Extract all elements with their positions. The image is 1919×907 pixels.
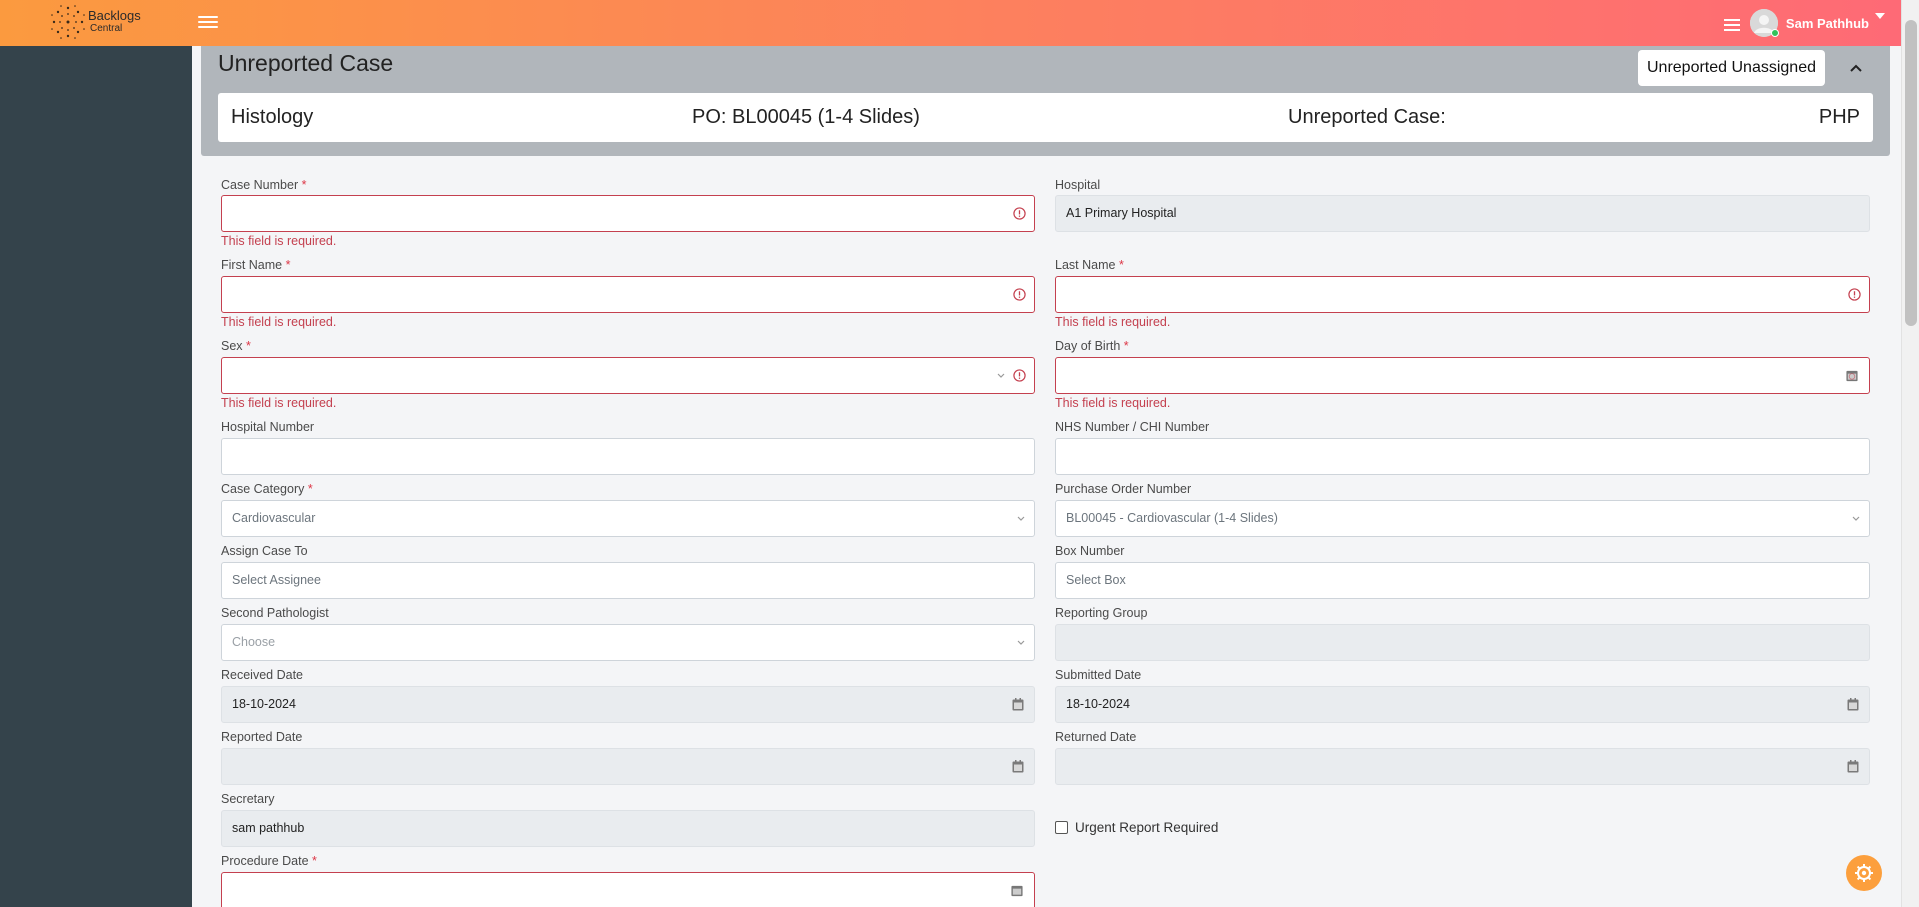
secretary-label: Secretary [221, 792, 275, 806]
calendar-icon [1012, 698, 1024, 711]
hospital-label: Hospital [1055, 178, 1101, 192]
dob-label: Day of Birth * [1055, 339, 1129, 353]
nhs-number-label: NHS Number / CHI Number [1055, 420, 1210, 434]
sex-select[interactable] [221, 357, 1035, 394]
brand-name: Backlogs Central [88, 9, 141, 34]
submitted-date-input: 18-10-2024 [1055, 686, 1870, 723]
assign-to-select[interactable]: Select Assignee [221, 562, 1035, 599]
reporting-group-input [1055, 624, 1870, 661]
received-date-input: 18-10-2024 [221, 686, 1035, 723]
chevron-down-icon [1017, 640, 1025, 645]
hospital-number-label: Hospital Number [221, 420, 315, 434]
scrollbar-thumb[interactable] [1905, 20, 1917, 326]
calendar-icon [1011, 885, 1023, 897]
reporting-group-label: Reporting Group [1055, 606, 1148, 620]
box-number-select[interactable]: Select Box [1055, 562, 1870, 599]
error-icon [1013, 288, 1026, 301]
urgent-report-checkbox[interactable] [1055, 821, 1068, 834]
calendar-icon [1847, 760, 1859, 773]
menu-icon[interactable] [1723, 16, 1740, 31]
logo-icon [51, 5, 85, 39]
top-navbar: Backlogs Central Sam Pathhub [0, 0, 1901, 46]
hospital-input: A1 Primary Hospital [1055, 195, 1870, 232]
case-number-error: This field is required. [221, 234, 337, 248]
first-name-label: First Name * [221, 258, 291, 272]
calendar-icon [1012, 760, 1024, 773]
sidebar [0, 46, 192, 907]
chevron-down-icon [1852, 516, 1860, 521]
case-number-label: Case Number * [221, 178, 307, 192]
returned-date-input [1055, 748, 1870, 785]
calendar-icon [1846, 370, 1858, 382]
error-icon [1848, 288, 1861, 301]
chevron-up-icon[interactable] [1848, 60, 1864, 76]
secretary-input: sam pathhub [221, 810, 1035, 847]
case-code: PHP [1818, 106, 1860, 128]
page-title: Unreported Case [218, 50, 394, 76]
sidebar-toggle-icon[interactable] [198, 13, 218, 31]
user-name[interactable]: Sam Pathhub [1786, 16, 1869, 31]
first-name-input[interactable] [221, 276, 1035, 313]
online-status-icon [1770, 29, 1779, 37]
page-scrollbar[interactable] [1901, 0, 1919, 907]
avatar[interactable] [1749, 9, 1779, 37]
brand-line2: Central [90, 23, 123, 34]
po-text: PO: BL00045 (1-4 Slides) [692, 106, 920, 128]
dob-error: This field is required. [1055, 396, 1171, 410]
status-badge: Unreported Unassigned [1638, 50, 1825, 86]
first-name-error: This field is required. [221, 315, 337, 329]
procedure-date-input[interactable] [221, 872, 1035, 907]
case-number-input[interactable] [221, 195, 1035, 232]
procedure-date-label: Procedure Date * [221, 854, 317, 868]
sex-label: Sex * [221, 339, 251, 353]
error-icon [1013, 369, 1026, 382]
received-date-label: Received Date [221, 668, 303, 682]
case-header: Unreported Case Unreported Unassigned Hi… [201, 46, 1890, 156]
po-number-select[interactable]: BL00045 - Cardiovascular (1-4 Slides) [1055, 500, 1870, 537]
po-number-label: Purchase Order Number [1055, 482, 1192, 496]
calendar-icon [1847, 698, 1859, 711]
caret-down-icon[interactable] [1875, 13, 1885, 19]
error-icon [1013, 207, 1026, 220]
last-name-input[interactable] [1055, 276, 1870, 313]
case-category-label: Case Category * [221, 482, 313, 496]
urgent-report-label[interactable]: Urgent Report Required [1075, 820, 1218, 835]
returned-date-label: Returned Date [1055, 730, 1137, 744]
user-menu[interactable]: Sam Pathhub [1723, 6, 1885, 40]
assign-to-label: Assign Case To [221, 544, 308, 558]
second-pathologist-select[interactable]: Choose [221, 624, 1035, 661]
discipline-text: Histology [231, 106, 314, 128]
reported-date-input [221, 748, 1035, 785]
chevron-down-icon [1017, 516, 1025, 521]
chevron-down-icon [997, 373, 1005, 378]
last-name-label: Last Name * [1055, 258, 1124, 272]
urgent-report-row[interactable]: Urgent Report Required [1055, 820, 1218, 835]
box-number-label: Box Number [1055, 544, 1125, 558]
case-info-strip: Histology PO: BL00045 (1-4 Slides) Unrep… [218, 93, 1873, 142]
gear-icon [1855, 864, 1873, 882]
sex-error: This field is required. [221, 396, 337, 410]
unreported-label: Unreported Case: [1288, 106, 1446, 128]
reported-date-label: Reported Date [221, 730, 303, 744]
brand-line1: Backlogs [88, 8, 141, 23]
nhs-number-input[interactable] [1055, 438, 1870, 475]
last-name-error: This field is required. [1055, 315, 1171, 329]
submitted-date-label: Submitted Date [1055, 668, 1142, 682]
second-pathologist-label: Second Pathologist [221, 606, 329, 620]
hospital-number-input[interactable] [221, 438, 1035, 475]
dob-input[interactable] [1055, 357, 1870, 394]
settings-button[interactable] [1846, 855, 1882, 891]
case-category-select[interactable]: Cardiovascular [221, 500, 1035, 537]
